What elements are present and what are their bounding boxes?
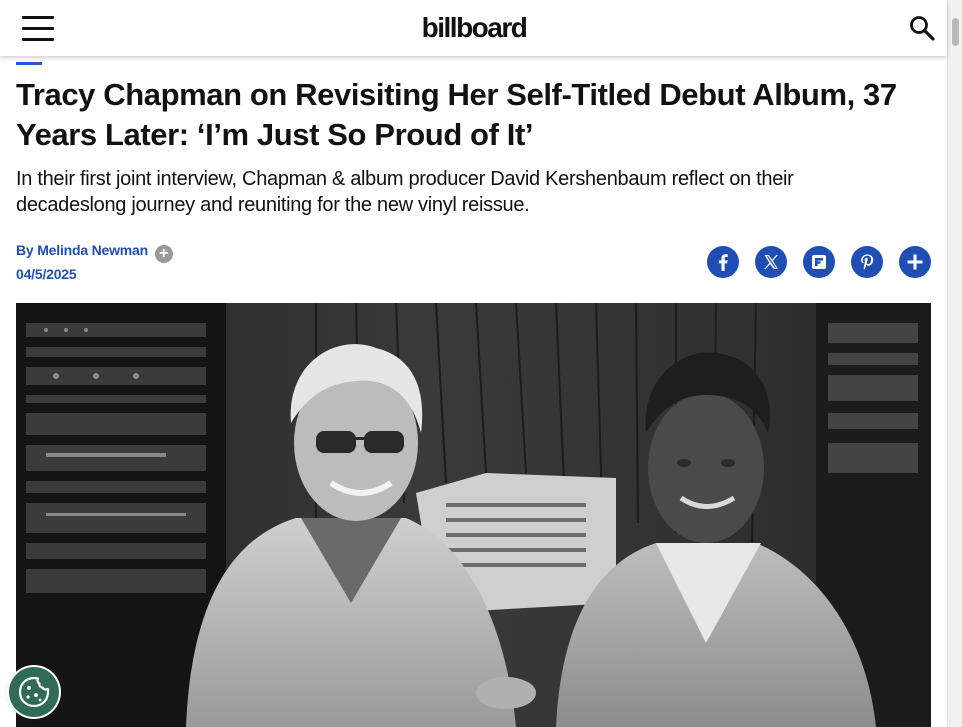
facebook-icon [718,254,728,271]
x-icon [764,255,778,269]
x-share-button[interactable] [755,246,787,278]
billboard-logo[interactable]: billboard [414,10,534,46]
cookie-icon [18,676,50,708]
page-scrollbar[interactable] [947,0,962,727]
cookie-settings-button[interactable] [9,667,59,717]
more-share-button[interactable] [899,246,931,278]
search-icon[interactable] [908,14,936,42]
byline: By Melinda Newman + [16,240,173,263]
pinterest-share-button[interactable] [851,246,883,278]
flipboard-share-button[interactable] [803,246,835,278]
facebook-share-button[interactable] [707,246,739,278]
hamburger-menu-icon[interactable] [22,16,54,42]
publish-date: 04/5/2025 [16,266,77,282]
flipboard-icon [812,255,826,269]
category-accent-bar [16,62,42,65]
article-page: billboard Tracy Chapman on Revisiting He… [0,0,962,727]
article-headline: Tracy Chapman on Revisiting Her Self-Tit… [16,77,897,152]
author-link[interactable]: Melinda Newman [37,242,148,258]
follow-author-plus-icon[interactable]: + [154,245,173,263]
scrollbar-thumb[interactable] [952,18,959,46]
hero-photo [16,303,931,727]
plus-icon [907,254,923,270]
site-header: billboard [0,0,947,56]
pinterest-icon [861,254,874,270]
byline-prefix: By [16,242,34,258]
article-dek: In their first joint interview, Chapman … [16,168,794,216]
